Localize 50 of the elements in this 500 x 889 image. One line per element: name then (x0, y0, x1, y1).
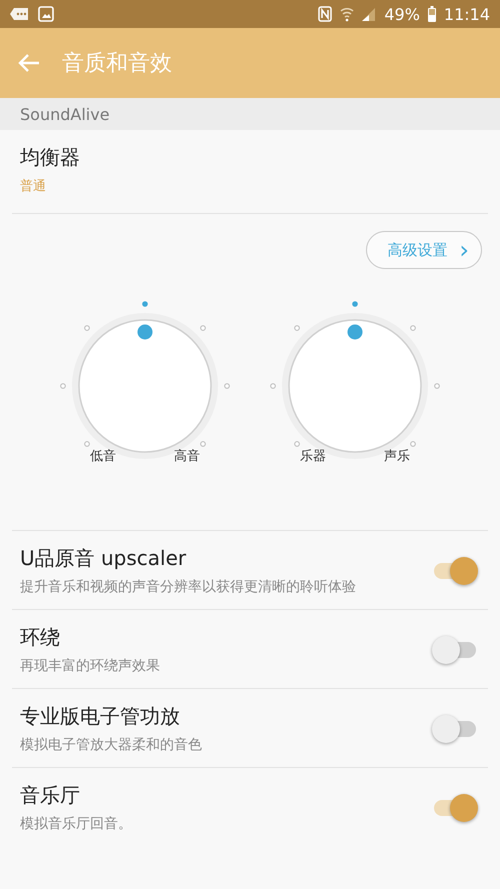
setting-title: 专业版电子管功放 (20, 703, 181, 730)
tick-dot (200, 325, 206, 331)
toggle-switch[interactable] (432, 556, 478, 586)
signal-icon (362, 7, 376, 21)
list-item[interactable]: 专业版电子管功放 模拟电子管放大器柔和的音色 (0, 689, 500, 767)
setting-title: 音乐厅 (20, 782, 81, 809)
screen-title: 音质和音效 (62, 50, 172, 78)
list-item[interactable]: 均衡器 普通 (0, 130, 500, 213)
section-header: SoundAlive (0, 98, 500, 130)
clock: 11:14 (444, 4, 490, 24)
tick-dot (84, 325, 90, 331)
tick-dot (142, 301, 148, 307)
setting-description: 模拟音乐厅回音。 (20, 815, 133, 834)
tick-dot (294, 325, 300, 331)
knob-label: 高音 (174, 448, 200, 465)
setting-description: 模拟电子管放大器柔和的音色 (20, 736, 203, 755)
back-icon (18, 53, 40, 73)
battery-icon (428, 6, 436, 22)
knob-label: 低音 (90, 448, 116, 465)
tick-dot (60, 383, 66, 389)
tick-dot (434, 383, 440, 389)
tick-dot (224, 383, 230, 389)
tick-dot (200, 441, 206, 447)
knob-label: 乐器 (300, 448, 326, 465)
list-item[interactable]: U品原音 upscaler 提升音乐和视频的声音分辨率以获得更清晰的聆听体验 (0, 531, 500, 609)
setting-description: 再现丰富的环绕声效果 (20, 657, 161, 676)
setting-title: U品原音 upscaler (20, 545, 188, 572)
knob-thumb[interactable] (348, 324, 362, 340)
tick-dot (84, 441, 90, 447)
toggle-switch[interactable] (432, 793, 478, 823)
knob-thumb[interactable] (138, 324, 152, 340)
toggle-switch[interactable] (432, 714, 478, 744)
setting-title: 均衡器 (20, 144, 80, 171)
knob-label: 声乐 (384, 448, 410, 465)
setting-title: 环绕 (20, 624, 61, 651)
tick-dot (410, 441, 416, 447)
toggle-switch[interactable] (432, 635, 478, 665)
list-item[interactable]: 环绕 再现丰富的环绕声效果 (0, 610, 500, 688)
image-icon (38, 6, 54, 22)
nfc-icon (318, 6, 332, 22)
tick-dot (294, 441, 300, 447)
wifi-icon (340, 6, 354, 22)
message-icon (10, 7, 30, 21)
setting-value: 普通 (20, 178, 46, 195)
setting-description: 提升音乐和视频的声音分辨率以获得更清晰的聆听体验 (20, 578, 357, 597)
tick-dot (410, 325, 416, 331)
battery-percentage: 49% (384, 4, 420, 24)
tick-dot (270, 383, 276, 389)
list-item[interactable]: 音乐厅 模拟音乐厅回音。 (0, 768, 500, 846)
tick-dot (352, 301, 358, 307)
